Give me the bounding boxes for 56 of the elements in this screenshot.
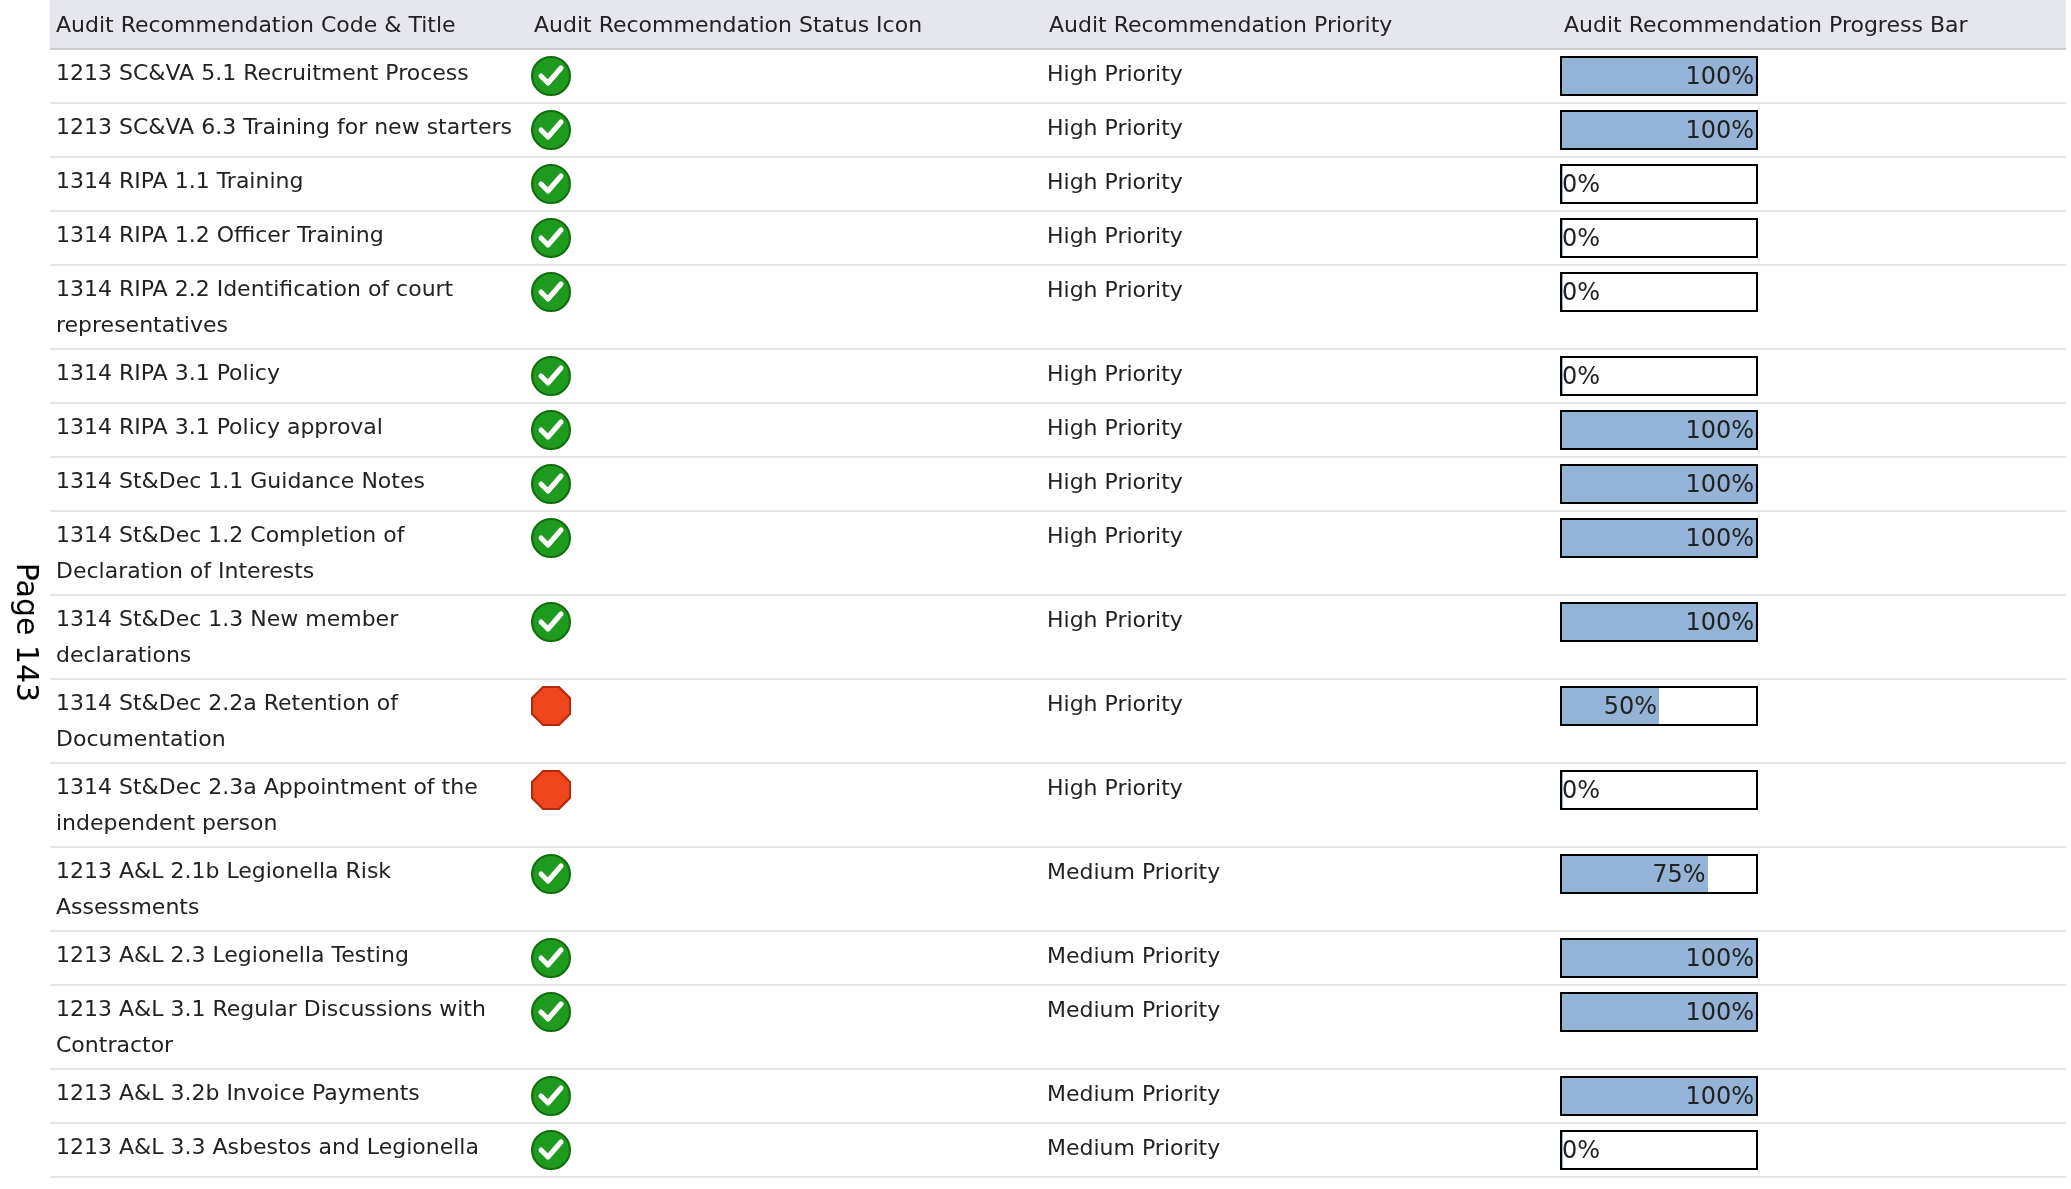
recommendation-title: 1213 A&L 3.3 Asbestos and Legionella [55,1133,480,1161]
priority-text: High Priority [1046,360,1184,388]
priority-text: High Priority [1046,468,1184,496]
recommendation-title: 1213 A&L 3.1 Regular Discussions with Contractor [55,995,487,1059]
recommendation-title: 1314 RIPA 3.1 Policy [55,359,281,387]
priority-text: High Priority [1046,774,1184,802]
priority-text: High Priority [1046,414,1184,442]
progress-label: 100% [1685,469,1755,500]
priority-text: High Priority [1046,522,1184,550]
recommendation-title: 1213 A&L 2.3 Legionella Testing [55,941,410,969]
column-header: Audit Recommendation Priority [1048,10,1394,39]
recommendation-title: 1213 A&L 2.1b Legionella Risk Assessments [55,857,393,921]
progress-label: 0% [1562,361,1602,392]
column-header: Audit Recommendation Progress Bar [1563,10,1969,39]
priority-text: High Priority [1046,114,1184,142]
progress-label: 0% [1562,169,1602,200]
progress-label: 0% [1562,277,1602,308]
recommendation-title: 1314 St&Dec 1.3 New member declarations [55,605,400,669]
priority-text: Medium Priority [1046,1080,1222,1108]
recommendation-title: 1314 St&Dec 2.3a Appointment of the independent person [55,773,479,837]
progress-label: 100% [1685,943,1755,974]
progress-label: 75% [1652,859,1707,890]
priority-text: High Priority [1046,222,1184,250]
priority-text: Medium Priority [1046,1134,1222,1162]
progress-label: 0% [1562,775,1602,806]
priority-text: High Priority [1046,168,1184,196]
progress-label: 100% [1685,1081,1755,1112]
progress-label: 100% [1685,997,1755,1028]
priority-text: High Priority [1046,606,1184,634]
recommendation-title: 1314 RIPA 2.2 Identification of court representatives [55,275,455,339]
progress-label: 100% [1685,607,1755,638]
progress-label: 50% [1603,691,1658,722]
progress-label: 100% [1685,523,1755,554]
recommendation-title: 1213 A&L 3.2b Invoice Payments [55,1079,421,1107]
recommendation-title: 1314 St&Dec 1.1 Guidance Notes [55,467,426,495]
recommendation-title: 1314 St&Dec 2.2a Retention of Documentation [55,689,400,753]
priority-text: Medium Priority [1046,858,1222,886]
page-label: Page 143 [9,562,47,703]
priority-text: High Priority [1046,690,1184,718]
progress-label: 100% [1685,115,1755,146]
recommendation-title: 1314 RIPA 3.1 Policy approval [55,413,384,441]
progress-label: 100% [1685,61,1755,92]
recommendation-title: 1314 RIPA 1.2 Officer Training [55,221,385,249]
recommendation-title: 1213 SC&VA 6.3 Training for new starters [55,113,513,141]
column-header: Audit Recommendation Code & Title [55,10,457,39]
progress-label: 0% [1562,223,1602,254]
priority-text: Medium Priority [1046,996,1222,1024]
column-header: Audit Recommendation Status Icon [533,10,924,39]
priority-text: High Priority [1046,60,1184,88]
recommendation-title: 1314 St&Dec 1.2 Completion of Declaration of Interests [55,521,406,585]
recommendation-title: 1314 RIPA 1.1 Training [55,167,305,195]
progress-label: 100% [1685,415,1755,446]
recommendation-title: 1213 SC&VA 5.1 Recruitment Process [55,59,470,87]
priority-text: High Priority [1046,276,1184,304]
progress-label: 0% [1562,1135,1602,1166]
priority-text: Medium Priority [1046,942,1222,970]
